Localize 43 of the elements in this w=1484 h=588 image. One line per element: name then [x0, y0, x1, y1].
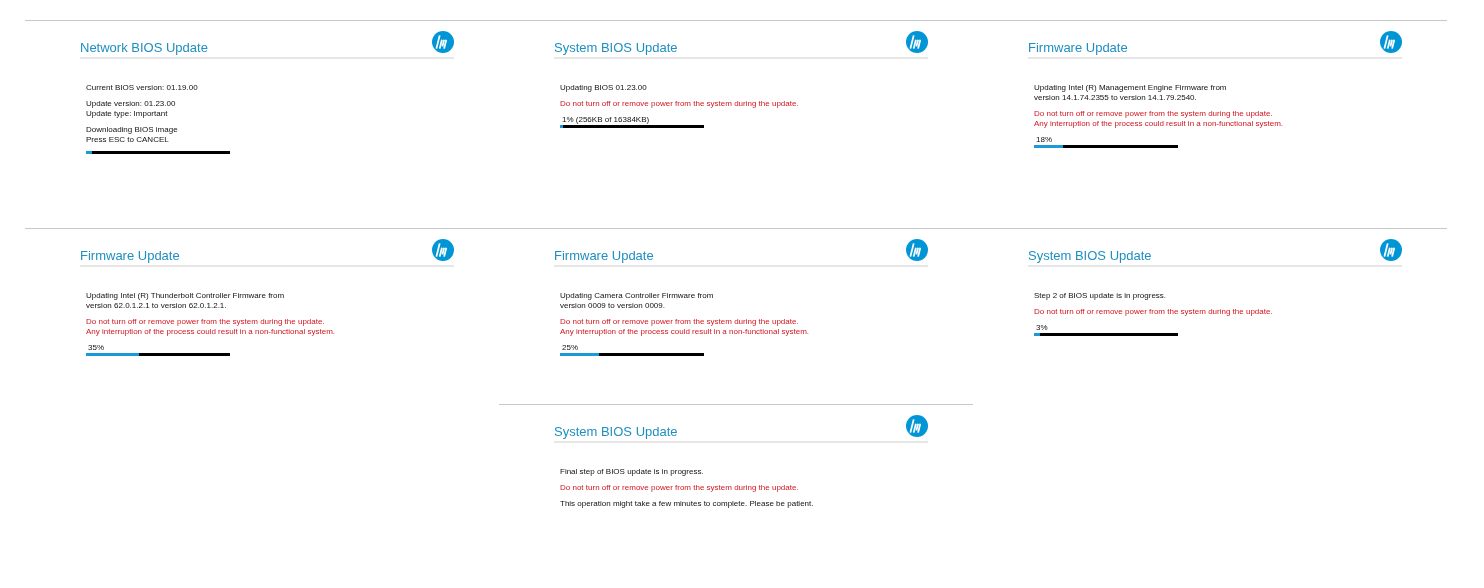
status-text: Step 2 of BIOS update is in progress.: [1034, 291, 1168, 301]
progress-label: 35%: [87, 343, 105, 353]
logo-icon: [906, 415, 928, 437]
status-text: Current BIOS version: 01.19.00: [86, 83, 199, 93]
warning-text: Any interruption of the process could result in a non-functional system.: [1034, 119, 1285, 129]
logo-icon: [1380, 31, 1402, 53]
screen-title: Firmware Update: [80, 248, 180, 264]
status-text: Update type: Important: [86, 109, 169, 119]
status-text: Updating Camera Controller Firmware from: [560, 291, 715, 301]
logo-icon: [906, 31, 928, 53]
status-text: version 14.1.74.2355 to version 14.1.79.2540.: [1034, 93, 1198, 103]
status-text: This operation might take a few minutes to complete. Please be patient.: [560, 499, 815, 509]
screen-title: Firmware Update: [1028, 40, 1128, 56]
warning-text: Do not turn off or remove power from the system during the update.: [86, 317, 326, 327]
progress-label: 18%: [1035, 135, 1053, 145]
logo-icon: [1380, 239, 1402, 261]
screen-title: System BIOS Update: [554, 424, 678, 440]
status-text: Update version: 01.23.00: [86, 99, 177, 109]
warning-text: Do not turn off or remove power from the system during the update.: [560, 483, 800, 493]
warning-text: Do not turn off or remove power from the system during the update.: [1034, 307, 1274, 317]
logo-icon: [906, 239, 928, 261]
logo-icon: [432, 31, 454, 53]
status-text: Downloading BIOS image: [86, 125, 179, 135]
status-text: version 0009 to version 0009.: [560, 301, 666, 311]
status-text: Updating Intel (R) Thunderbolt Controller Firmware from: [86, 291, 286, 301]
progress-label: 1% (256KB of 16384KB): [561, 115, 651, 125]
warning-text: Do not turn off or remove power from the system during the update.: [1034, 109, 1274, 119]
warning-text: Any interruption of the process could result in a non-functional system.: [560, 327, 811, 337]
warning-text: Any interruption of the process could result in a non-functional system.: [86, 327, 337, 337]
screen-title: Firmware Update: [554, 248, 654, 264]
status-text: Updating Intel (R) Management Engine Firmware from: [1034, 83, 1228, 93]
progress-label: 3%: [1035, 323, 1049, 333]
status-text: Final step of BIOS update is in progress.: [560, 467, 705, 477]
status-text: version 62.0.1.2.1 to version 62.0.1.2.1.: [86, 301, 228, 311]
status-text: Press ESC to CANCEL: [86, 135, 170, 145]
screen-title: Network BIOS Update: [80, 40, 208, 56]
status-text: Updating BIOS 01.23.00: [560, 83, 648, 93]
screen-title: System BIOS Update: [1028, 248, 1152, 264]
progress-label: 25%: [561, 343, 579, 353]
warning-text: Do not turn off or remove power from the system during the update.: [560, 99, 800, 109]
warning-text: Do not turn off or remove power from the system during the update.: [560, 317, 800, 327]
logo-icon: [432, 239, 454, 261]
screen-title: System BIOS Update: [554, 40, 678, 56]
